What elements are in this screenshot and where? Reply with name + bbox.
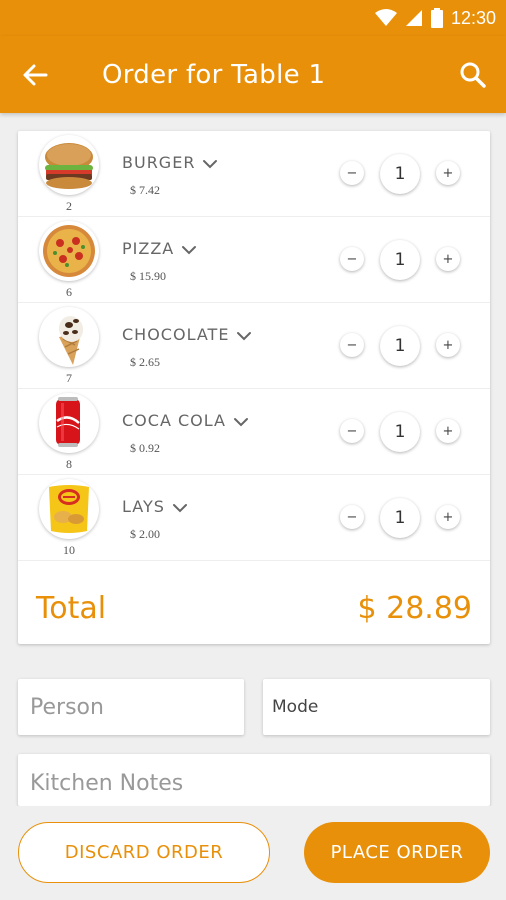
item-name-label: LAYS <box>122 497 165 516</box>
chevron-down-icon[interactable] <box>180 243 198 257</box>
chips-bag-icon <box>39 479 99 539</box>
chevron-down-icon[interactable] <box>171 501 189 515</box>
discard-order-button[interactable]: DISCARD ORDER <box>18 822 270 883</box>
increase-quantity-button[interactable]: + <box>436 505 460 529</box>
decrease-quantity-button[interactable]: − <box>340 419 364 443</box>
order-item-row: 6 PIZZA $ 15.90 − 1 + <box>18 217 490 303</box>
item-price: $ 2.00 <box>130 527 160 541</box>
item-name: BURGER <box>122 153 219 172</box>
quantity-value[interactable]: 1 <box>380 326 420 366</box>
order-item-row: 2 BURGER $ 7.42 − 1 + <box>18 131 490 217</box>
status-bar: 12:30 <box>0 0 506 36</box>
order-item-row: 7 CHOCOLATE $ 2.65 − 1 + <box>18 303 490 389</box>
order-card: 2 BURGER $ 7.42 − 1 + 6 PIZZA $ 15.90 − <box>18 131 490 644</box>
quantity-value[interactable]: 1 <box>380 498 420 538</box>
ice-cream-icon <box>39 307 99 367</box>
search-icon <box>460 62 486 88</box>
wifi-icon <box>374 9 397 26</box>
kitchen-notes-input[interactable] <box>18 754 490 806</box>
pizza-icon <box>39 221 99 281</box>
quantity-value[interactable]: 1 <box>380 240 420 280</box>
place-order-button[interactable]: PLACE ORDER <box>304 822 490 883</box>
item-name: LAYS <box>122 497 189 516</box>
item-number: 2 <box>66 199 72 213</box>
increase-quantity-button[interactable]: + <box>436 161 460 185</box>
person-input[interactable] <box>18 679 244 735</box>
chevron-down-icon[interactable] <box>235 329 253 343</box>
back-button[interactable] <box>20 60 50 90</box>
item-number: 8 <box>66 457 72 471</box>
total-label: Total <box>36 591 107 626</box>
item-name-label: PIZZA <box>122 239 175 258</box>
item-name: COCA COLA <box>122 411 250 430</box>
item-name-label: COCA COLA <box>122 411 226 430</box>
item-price: $ 2.65 <box>130 355 160 369</box>
search-button[interactable] <box>458 60 488 90</box>
increase-quantity-button[interactable]: + <box>436 419 460 443</box>
status-time: 12:30 <box>450 7 496 28</box>
item-number: 10 <box>63 543 75 557</box>
item-name: PIZZA <box>122 239 198 258</box>
item-name-label: BURGER <box>122 153 196 172</box>
signal-icon <box>405 10 422 26</box>
quantity-value[interactable]: 1 <box>380 154 420 194</box>
kitchen-notes-field[interactable] <box>18 754 490 806</box>
item-name: CHOCOLATE <box>122 325 253 344</box>
increase-quantity-button[interactable]: + <box>436 247 460 271</box>
increase-quantity-button[interactable]: + <box>436 333 460 357</box>
status-icons: 12:30 <box>374 6 496 30</box>
arrow-left-icon <box>23 64 48 86</box>
decrease-quantity-button[interactable]: − <box>340 505 364 529</box>
decrease-quantity-button[interactable]: − <box>340 333 364 357</box>
order-item-row: 10 LAYS $ 2.00 − 1 + <box>18 475 490 561</box>
chevron-down-icon[interactable] <box>232 415 250 429</box>
battery-icon <box>430 8 443 28</box>
decrease-quantity-button[interactable]: − <box>340 247 364 271</box>
item-price: $ 0.92 <box>130 441 160 455</box>
item-price: $ 15.90 <box>130 269 166 283</box>
item-name-label: CHOCOLATE <box>122 325 230 344</box>
item-number: 7 <box>66 371 72 385</box>
mode-select[interactable]: Mode <box>263 679 490 735</box>
item-price: $ 7.42 <box>130 183 160 197</box>
soda-can-icon <box>39 393 99 453</box>
quantity-value[interactable]: 1 <box>380 412 420 452</box>
chevron-down-icon[interactable] <box>201 157 219 171</box>
total-value: $ 28.89 <box>357 591 472 626</box>
decrease-quantity-button[interactable]: − <box>340 161 364 185</box>
page-title: Order for Table 1 <box>102 60 326 90</box>
app-bar: Order for Table 1 <box>0 36 506 113</box>
item-number: 6 <box>66 285 72 299</box>
order-item-row: 8 COCA COLA $ 0.92 − 1 + <box>18 389 490 475</box>
person-field[interactable] <box>18 679 244 735</box>
burger-icon <box>39 135 99 195</box>
